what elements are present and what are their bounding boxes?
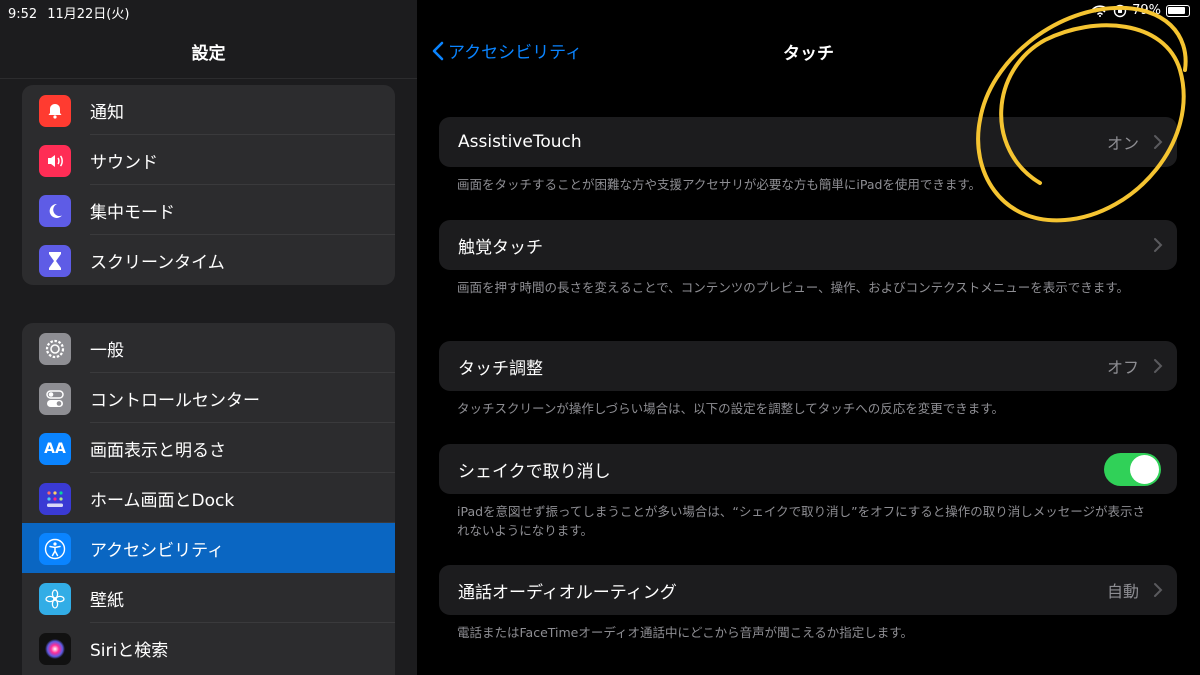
sidebar-item-label: 集中モード bbox=[90, 202, 175, 223]
setting-value: オン bbox=[1106, 134, 1139, 153]
setting-label: AssistiveTouch bbox=[458, 132, 582, 152]
status-time: 9:52 bbox=[8, 7, 38, 22]
setting-label: タッチ調整 bbox=[458, 358, 543, 379]
flower-icon bbox=[39, 583, 71, 615]
sidebar-item-general[interactable]: 一般 bbox=[22, 323, 395, 373]
wifi-icon bbox=[1092, 4, 1108, 17]
sidebar-item-wallpaper[interactable]: 壁紙 bbox=[22, 573, 395, 623]
setting-description: 電話またはFaceTimeオーディオ通話中にどこから音声が聞こえるか指定します。 bbox=[457, 625, 913, 640]
status-date: 11月22日(火) bbox=[47, 7, 130, 22]
shake-to-undo-row: シェイクで取り消し bbox=[439, 444, 1177, 494]
sidebar-item-label: ホーム画面とDock bbox=[90, 490, 235, 511]
chevron-right-icon bbox=[1154, 135, 1163, 149]
sidebar-item-label: コントロールセンター bbox=[90, 390, 260, 411]
setting-value: 自動 bbox=[1106, 582, 1139, 601]
setting-value: オフ bbox=[1106, 358, 1139, 377]
setting-label: 通話オーディオルーティング bbox=[458, 582, 677, 603]
setting-description: タッチスクリーンが操作しづらい場合は、以下の設定を調整してタッチへの反応を変更で… bbox=[457, 401, 1005, 416]
sidebar-item-notifications[interactable]: 通知 bbox=[22, 85, 395, 135]
moon-icon bbox=[39, 195, 71, 227]
battery-icon bbox=[1166, 4, 1190, 17]
sidebar-group-1: 通知 サウンド 集中モード スクリーンタイム bbox=[22, 85, 395, 285]
chevron-right-icon bbox=[1154, 583, 1163, 597]
setting-label: 触覚タッチ bbox=[458, 237, 543, 258]
sidebar-item-label: Siriと検索 bbox=[90, 640, 169, 661]
setting-description: 画面をタッチすることが困難な方や支援アクセサリが必要な方も簡単にiPadを使用で… bbox=[457, 177, 982, 192]
sidebar-item-label: 壁紙 bbox=[90, 590, 124, 611]
call-audio-routing-row[interactable]: 通話オーディオルーティング 自動 bbox=[439, 565, 1177, 615]
haptic-touch-row[interactable]: 触覚タッチ bbox=[439, 220, 1177, 270]
sidebar-item-sounds[interactable]: サウンド bbox=[22, 135, 395, 185]
sidebar-item-home-screen-dock[interactable]: ホーム画面とDock bbox=[22, 473, 395, 523]
status-bar-right: 79% bbox=[1092, 3, 1190, 18]
sidebar-item-label: スクリーンタイム bbox=[90, 252, 225, 273]
setting-description: 画面を押す時間の長さを変えることで、コンテンツのプレビュー、操作、およびコンテク… bbox=[457, 280, 1130, 295]
gear-icon bbox=[39, 333, 71, 365]
sidebar-item-accessibility[interactable]: アクセシビリティ bbox=[22, 523, 395, 573]
siri-icon bbox=[39, 633, 71, 665]
sidebar-item-siri-search[interactable]: Siriと検索 bbox=[22, 623, 395, 673]
page-title: タッチ bbox=[783, 44, 834, 64]
accessibility-icon bbox=[39, 533, 71, 565]
assistivetouch-row[interactable]: AssistiveTouch オン bbox=[439, 117, 1177, 167]
sidebar-item-label: サウンド bbox=[90, 152, 158, 173]
hourglass-icon bbox=[39, 245, 71, 277]
toggles-icon bbox=[39, 383, 71, 415]
battery-percent: 79% bbox=[1132, 3, 1161, 18]
text-size-icon: AA bbox=[39, 433, 71, 465]
speaker-icon bbox=[39, 145, 71, 177]
sidebar-item-control-center[interactable]: コントロールセンター bbox=[22, 373, 395, 423]
orientation-lock-icon bbox=[1113, 4, 1127, 17]
sidebar: 9:52 11月22日(火) 設定 通知 サウンド 集中モード スクリーンタイム… bbox=[0, 0, 417, 675]
setting-description: iPadを意図せず振ってしまうことが多い場合は、“シェイクで取り消し”をオフにす… bbox=[457, 504, 1145, 538]
main-panel: 79% アクセシビリティ タッチ AssistiveTouch オン 画面をタッ… bbox=[417, 0, 1200, 675]
chevron-right-icon bbox=[1154, 238, 1163, 252]
sidebar-item-label: 一般 bbox=[90, 340, 124, 361]
touch-accommodations-row[interactable]: タッチ調整 オフ bbox=[439, 341, 1177, 391]
sidebar-item-label: 通知 bbox=[90, 102, 124, 123]
sidebar-item-label: アクセシビリティ bbox=[90, 540, 225, 561]
sidebar-title: 設定 bbox=[191, 44, 226, 64]
sidebar-item-label: 画面表示と明るさ bbox=[90, 440, 226, 461]
status-bar-left: 9:52 11月22日(火) bbox=[8, 3, 129, 22]
shake-to-undo-toggle[interactable] bbox=[1104, 453, 1161, 486]
home-grid-icon bbox=[39, 483, 71, 515]
chevron-right-icon bbox=[1154, 359, 1163, 373]
sidebar-item-screen-time[interactable]: スクリーンタイム bbox=[22, 235, 395, 285]
bell-icon bbox=[39, 95, 71, 127]
setting-label: シェイクで取り消し bbox=[458, 461, 611, 482]
sidebar-divider bbox=[0, 78, 417, 79]
sidebar-group-2: 一般 コントロールセンター AA 画面表示と明るさ ホーム画面とDock アクセ… bbox=[22, 323, 395, 675]
sidebar-item-focus[interactable]: 集中モード bbox=[22, 185, 395, 235]
sidebar-item-display-brightness[interactable]: AA 画面表示と明るさ bbox=[22, 423, 395, 473]
